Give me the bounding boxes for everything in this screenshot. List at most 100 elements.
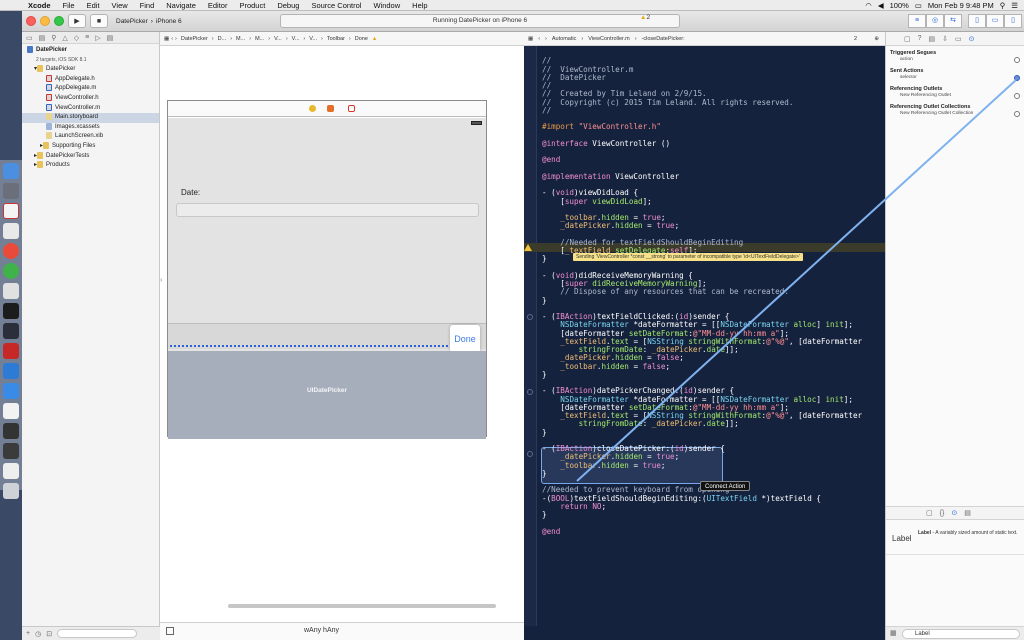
terminal-icon[interactable] xyxy=(3,303,19,319)
file-template-icon[interactable]: ▢ xyxy=(926,509,933,517)
jump-done[interactable]: Done xyxy=(353,36,370,42)
report-icon[interactable]: ▤ xyxy=(107,34,114,42)
document-icon[interactable] xyxy=(3,403,19,419)
library-filter-input[interactable]: Label xyxy=(902,629,1020,639)
stickies-icon[interactable] xyxy=(3,283,19,299)
ib-horizontal-scrollbar[interactable] xyxy=(228,604,496,608)
jump-toolbar[interactable]: Toolbar xyxy=(325,36,347,42)
xcode-dock-icon[interactable] xyxy=(3,323,19,339)
tree-file-images-xcassets[interactable]: Images.xcassets xyxy=(22,122,159,133)
connection-well-icon[interactable] xyxy=(527,314,533,320)
connection-row-action[interactable]: action xyxy=(886,56,1024,64)
version-editor-button[interactable]: ⇆ xyxy=(944,14,962,28)
minimize-window-button[interactable] xyxy=(40,16,50,26)
connection-circle-icon[interactable] xyxy=(1014,57,1020,63)
connection-circle-icon[interactable] xyxy=(1014,75,1020,81)
issue-icon[interactable]: △ xyxy=(62,34,67,42)
find-icon[interactable]: ⚲ xyxy=(51,34,56,42)
inline-warning-message[interactable]: Sending 'ViewController *const __strong'… xyxy=(573,253,803,261)
view-controller-icon[interactable] xyxy=(309,105,316,112)
grid-view-icon[interactable]: ▦ xyxy=(890,629,897,637)
back-icon[interactable]: ‹ xyxy=(538,36,540,42)
battery-icon[interactable]: ▭ xyxy=(915,1,922,10)
connection-circle-icon[interactable] xyxy=(1014,111,1020,117)
test-icon[interactable]: ◇ xyxy=(74,34,79,42)
code-snippet-icon[interactable]: {} xyxy=(940,510,945,517)
connection-well-icon[interactable] xyxy=(527,451,533,457)
menu-file[interactable]: File xyxy=(57,1,81,10)
connection-row-new-outlet[interactable]: New Referencing Outlet xyxy=(886,92,1024,100)
scheme-selector[interactable]: DatePicker › iPhone 6 xyxy=(116,14,182,28)
standard-editor-button[interactable]: ≡ xyxy=(908,14,926,28)
jump-datepicker[interactable]: DatePicker xyxy=(179,36,210,42)
editor-gutter[interactable] xyxy=(524,46,537,626)
flexible-space-item[interactable] xyxy=(170,345,452,347)
date-label[interactable]: Date: xyxy=(181,188,200,197)
jump-file[interactable]: ViewController.m xyxy=(588,36,629,42)
folder-icon[interactable]: ▭ xyxy=(26,34,33,42)
counterpart-counter[interactable]: 2 xyxy=(854,36,857,42)
document-outline-icon[interactable] xyxy=(166,627,174,635)
related-items-icon[interactable]: ▦ xyxy=(164,36,169,42)
menu-debug[interactable]: Debug xyxy=(271,1,305,10)
date-text-field[interactable] xyxy=(176,203,479,217)
connection-well-icon[interactable] xyxy=(527,389,533,395)
related-items-icon[interactable]: ▦ xyxy=(528,36,533,42)
picker-toolbar[interactable] xyxy=(168,323,486,349)
tree-group-supporting-files[interactable]: ▸ Supporting Files xyxy=(22,141,159,152)
tree-file-appdelegate-m[interactable]: AppDelegate.m xyxy=(22,84,159,94)
library-item-label[interactable]: Label Label - A variably sized amount of… xyxy=(886,525,1024,555)
finder-icon[interactable] xyxy=(3,163,19,179)
done-bar-button[interactable]: Done xyxy=(450,325,480,353)
notification-center-icon[interactable]: ☰ xyxy=(1011,1,1018,10)
menu-source-control[interactable]: Source Control xyxy=(305,1,367,10)
source-code[interactable]: //// ViewController.m// DatePicker//// C… xyxy=(542,49,885,552)
root-view[interactable]: Date: Done UIDatePicker xyxy=(168,118,486,439)
menu-navigate[interactable]: Navigate xyxy=(160,1,202,10)
jump-m2[interactable]: M... xyxy=(253,36,266,42)
jump-method[interactable]: -closeDatePicker: xyxy=(642,36,685,42)
add-icon[interactable]: + xyxy=(26,630,30,637)
tree-group-datepicker[interactable]: ▾ DatePicker xyxy=(22,65,159,75)
breakpoint-icon[interactable]: ▷ xyxy=(95,34,100,42)
tree-group-datepickertests[interactable]: ▸ DatePickerTests xyxy=(22,151,159,162)
run-button[interactable]: ▶ xyxy=(68,14,86,28)
menu-window[interactable]: Window xyxy=(367,1,406,10)
tree-group-products[interactable]: ▸ Products xyxy=(22,161,159,171)
preview-icon[interactable] xyxy=(3,383,19,399)
notes-icon[interactable] xyxy=(3,223,19,239)
filezilla-icon[interactable] xyxy=(3,343,19,359)
debug-icon[interactable]: ≡ xyxy=(85,34,89,41)
zoom-window-button[interactable] xyxy=(54,16,64,26)
connection-circle-icon[interactable] xyxy=(1014,93,1020,99)
date-picker[interactable]: UIDatePicker xyxy=(168,351,486,439)
monitor-icon[interactable] xyxy=(3,423,19,439)
chrome-icon[interactable] xyxy=(3,243,19,259)
identity-inspector-icon[interactable]: ▤ xyxy=(929,35,936,43)
menu-help[interactable]: Help xyxy=(406,1,433,10)
file-inspector-icon[interactable]: ▢ xyxy=(904,35,911,43)
first-responder-icon[interactable] xyxy=(327,105,334,112)
tree-file-main-storyboard[interactable]: Main.storyboard xyxy=(22,113,159,123)
launchpad-icon[interactable] xyxy=(3,183,19,199)
clock-icon[interactable]: ◷ xyxy=(35,630,41,638)
connections-inspector-icon[interactable]: ⊙ xyxy=(969,35,975,43)
jump-v1[interactable]: V... xyxy=(272,36,284,42)
volume-icon[interactable]: ◀ xyxy=(878,1,884,10)
jump-v3[interactable]: V... xyxy=(307,36,319,42)
exit-icon[interactable] xyxy=(348,105,355,112)
trash-icon[interactable] xyxy=(3,483,19,499)
connection-row-new-outlet-collection[interactable]: New Referencing Outlet Collection xyxy=(886,110,1024,118)
jump-v2[interactable]: V... xyxy=(290,36,302,42)
jump-m1[interactable]: M... xyxy=(234,36,247,42)
jump-automatic[interactable]: Automatic xyxy=(552,36,576,42)
menu-find[interactable]: Find xyxy=(134,1,161,10)
assistant-editor-button[interactable]: ◎ xyxy=(926,14,944,28)
wifi-icon[interactable]: ◠ xyxy=(865,1,872,10)
size-inspector-icon[interactable]: ▭ xyxy=(955,35,962,43)
back-icon[interactable]: ‹ xyxy=(171,36,173,42)
warning-badge[interactable]: ▲2 xyxy=(640,14,650,21)
forward-icon[interactable]: › xyxy=(175,36,177,42)
media-library-icon[interactable]: ▤ xyxy=(964,509,971,517)
toggle-navigator-button[interactable]: ▯ xyxy=(968,14,986,28)
